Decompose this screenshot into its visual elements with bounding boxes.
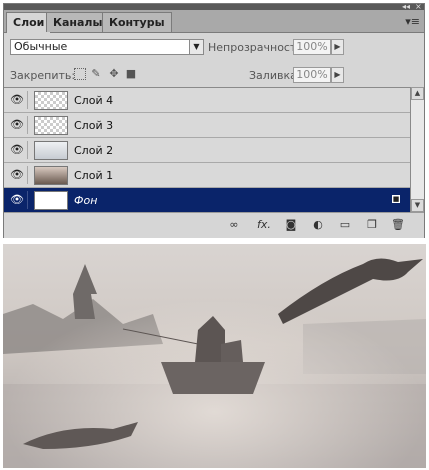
canvas-preview [3,244,426,468]
trash-icon[interactable]: 🗑 [390,218,406,232]
new-layer-icon[interactable]: ❐ [364,218,380,232]
lock-row: Закрепить: ✎ ✥ ■ Заливка: 100% ▶ [4,64,424,86]
chevron-down-icon[interactable]: ▼ [189,40,203,54]
layer-name: Слой 3 [74,119,114,132]
lock-move-icon[interactable]: ✥ [108,68,120,80]
boat [161,362,265,394]
panel-tabs: Слои Каналы Контуры ▾≡ [4,10,424,33]
tab-paths[interactable]: Контуры [102,12,172,32]
layer-name: Слой 2 [74,144,114,157]
blend-mode-select[interactable]: Обычные ▼ [10,39,204,55]
layers-panel: ◂◂ × Слои Каналы Контуры ▾≡ Обычные ▼ Не… [3,2,425,238]
layer-name: Фон [74,194,98,207]
fx-icon[interactable]: fx. [256,218,272,232]
blend-row: Обычные ▼ Непрозрачность: 100% ▶ [4,36,424,58]
lock-icon: ■ [392,195,400,203]
mask-icon[interactable]: ◙ [283,218,299,232]
link-icon[interactable]: ∞ [226,218,242,232]
opacity-label: Непрозрачность: [208,41,307,54]
layer-thumbnail [34,91,68,110]
layer-row[interactable]: 👁 Слой 2 [4,138,410,163]
adjustment-icon[interactable]: ◐ [310,218,326,232]
opacity-field[interactable]: 100% [293,39,331,55]
layer-thumbnail [34,166,68,185]
tab-layers[interactable]: Слои [6,12,52,33]
lock-label: Закрепить: [10,69,76,82]
layer-name: Слой 4 [74,94,114,107]
layer-thumbnail [34,191,68,210]
layer-thumbnail [34,141,68,160]
eye-icon[interactable]: 👁 [7,191,28,209]
scroll-down-icon[interactable]: ▼ [411,199,424,212]
layer-row[interactable]: 👁 Слой 1 [4,163,410,188]
lock-all-icon[interactable]: ■ [125,68,137,80]
layer-row[interactable]: 👁 Слой 4 [4,88,410,113]
opacity-arrow-icon[interactable]: ▶ [331,39,344,55]
eye-icon[interactable]: 👁 [7,141,28,159]
eye-icon[interactable]: 👁 [7,91,28,109]
lock-paint-icon[interactable]: ✎ [90,68,102,80]
panel-menu-icon[interactable]: ▾≡ [405,15,420,28]
fill-field[interactable]: 100% [293,67,331,83]
scrollbar[interactable]: ▲ ▼ [410,87,424,212]
fill-arrow-icon[interactable]: ▶ [331,67,344,83]
layer-name: Слой 1 [74,169,114,182]
group-folder-icon[interactable]: ▭ [337,218,353,232]
scroll-up-icon[interactable]: ▲ [411,87,424,100]
blend-mode-value: Обычные [14,40,68,53]
layer-row-selected[interactable]: 👁 Фон ■ [4,188,410,213]
layers-list: 👁 Слой 4 👁 Слой 3 👁 Слой 2 👁 Слой 1 👁 Фо… [4,87,410,213]
eye-icon[interactable]: 👁 [7,116,28,134]
tab-channels[interactable]: Каналы [46,12,110,32]
layer-thumbnail [34,116,68,135]
panel-bottom-bar: ∞ fx. ◙ ◐ ▭ ❐ 🗑 [4,212,424,238]
lock-transparency-icon[interactable] [74,68,86,80]
layer-row[interactable]: 👁 Слой 3 [4,113,410,138]
eye-icon[interactable]: 👁 [7,166,28,184]
